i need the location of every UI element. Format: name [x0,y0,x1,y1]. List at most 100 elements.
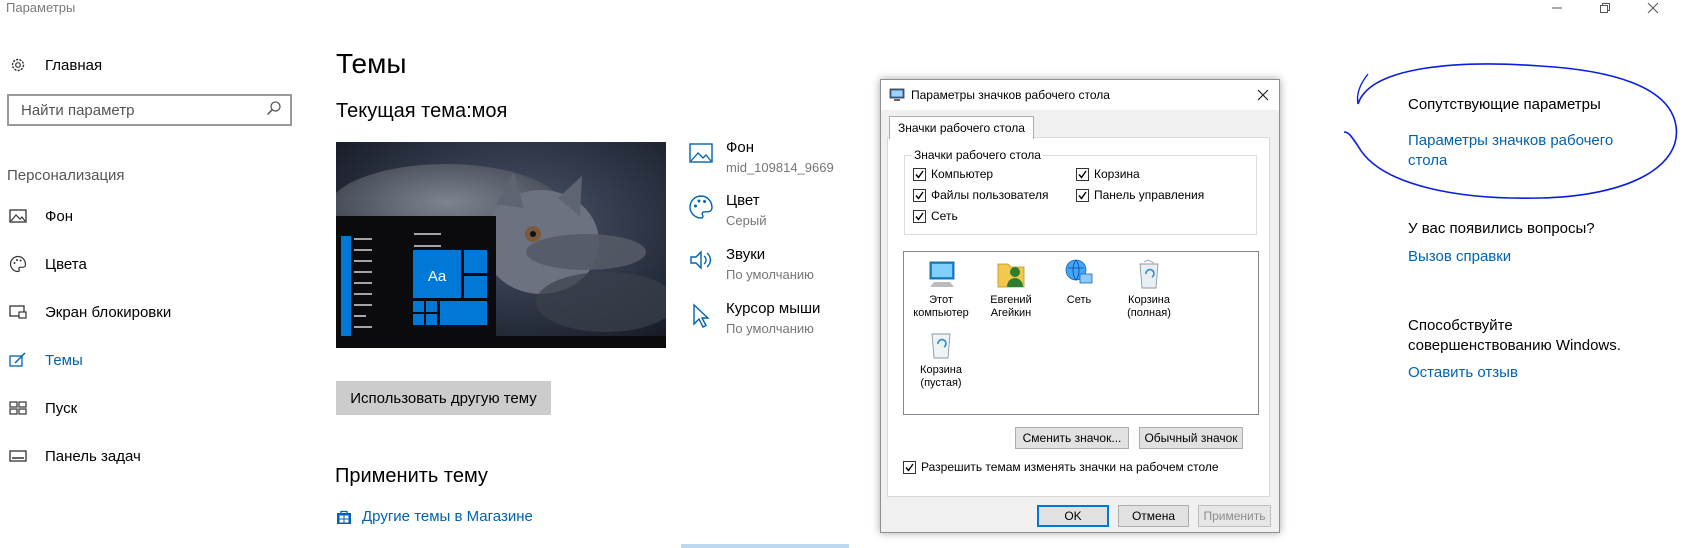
ok-button[interactable]: OK [1037,505,1109,527]
checkbox-network[interactable]: Сеть [913,209,958,223]
checkbox-label: Компьютер [931,167,994,181]
search-icon[interactable] [266,100,282,121]
store-themes-link[interactable]: Другие темы в Магазине [336,508,533,525]
check-icon [1078,170,1087,179]
store-icon [336,509,352,525]
check-icon [915,170,924,179]
sidebar-item-taskbar[interactable]: Панель задач [7,441,141,471]
attr-value: Серый [726,213,767,228]
icon-label: Корзина (полная) [1127,294,1171,319]
checkbox-box[interactable] [1076,188,1089,202]
computer-icon [929,261,955,287]
gear-icon [7,56,29,74]
icon-item-recycle-empty[interactable]: Корзина (пустая) [904,326,978,390]
dialog-title: Параметры значков рабочего стола [911,88,1110,102]
checkbox-computer[interactable]: Компьютер [913,167,993,181]
attr-title: Цвет [726,192,760,209]
checkbox-label: Панель управления [1094,188,1205,202]
questions-heading: У вас появились вопросы? [1408,220,1595,237]
preview-sample-text: Aa [428,268,447,285]
cancel-button[interactable]: Отмена [1118,505,1189,527]
theme-preview: Aa [336,142,666,348]
feedback-link[interactable]: Оставить отзыв [1408,364,1518,381]
attr-title: Фон [726,139,755,156]
sidebar-item-label: Темы [45,351,83,369]
theme-preview-image: Aa [336,142,666,348]
attr-color[interactable]: Цвет Серый [688,192,766,228]
search-box[interactable] [7,94,292,126]
taskbar-icon [7,447,29,465]
user-folder-icon [997,263,1025,288]
checkbox-box[interactable] [913,188,926,202]
recycle-bin-full-icon [1139,259,1159,289]
checkbox-box[interactable] [913,209,926,223]
icon-label: Сеть [1066,294,1092,306]
sidebar-item-background[interactable]: Фон [7,201,73,231]
attr-sounds[interactable]: Звуки По умолчанию [688,246,814,282]
cursor-icon [688,302,714,328]
checkbox-allow-themes[interactable]: Разрешить темам изменять значки на рабоч… [903,460,1219,474]
sidebar-item-start[interactable]: Пуск [7,393,77,423]
sidebar-item-label: Экран блокировки [45,303,172,321]
speaker-icon [688,248,714,274]
checkbox-label: Файлы пользователя [931,188,1049,202]
group-label: Значки рабочего стола [912,148,1043,162]
desktop-icon-settings-dialog: Параметры значков рабочего стола Значки … [880,79,1280,533]
page-title: Темы [336,48,407,79]
lock-screen-icon [7,303,29,321]
palette-icon [7,255,29,273]
improve-text: Способствуйте совершенствованию Windows. [1408,317,1621,354]
attr-value: По умолчанию [726,321,814,336]
help-link[interactable]: Вызов справки [1408,248,1511,265]
icon-item-network[interactable]: Сеть [1042,256,1116,307]
checkbox-control-panel[interactable]: Панель управления [1076,188,1204,202]
attr-cursor[interactable]: Курсор мыши По умолчанию [688,300,820,336]
sidebar-item-colors[interactable]: Цвета [7,249,87,279]
use-other-theme-button[interactable]: Использовать другую тему [336,381,551,415]
attr-value: mid_109814_9669 [726,160,834,175]
restore-button[interactable] [1588,0,1622,16]
home-nav[interactable]: Главная [7,50,102,80]
attr-background[interactable]: Фон mid_109814_9669 [688,139,834,175]
checkbox-user-files[interactable]: Файлы пользователя [913,188,1048,202]
attr-value: По умолчанию [726,267,814,282]
close-icon [1647,2,1659,14]
checkbox-label: Сеть [931,209,958,223]
checkbox-recycle-bin[interactable]: Корзина [1076,167,1140,181]
tab-desktop-icons[interactable]: Значки рабочего стола [889,116,1034,139]
search-input[interactable] [19,100,243,120]
apply-button[interactable]: Применить [1198,505,1271,527]
sidebar-item-themes[interactable]: Темы [7,345,83,375]
change-icon-button[interactable]: Сменить значок... [1015,427,1129,449]
annotation-circle [1343,63,1678,199]
icon-label: Корзина (пустая) [920,364,962,389]
check-icon [905,463,914,472]
dialog-titlebar[interactable]: Параметры значков рабочего стола [881,80,1279,110]
themes-icon [7,351,29,369]
start-icon [7,399,29,417]
checkbox-box[interactable] [1076,167,1089,181]
checkbox-box[interactable] [913,167,926,181]
icon-item-user[interactable]: Евгений Агейкин [974,256,1048,320]
default-icon-button[interactable]: Обычный значок [1139,427,1243,449]
dialog-close-button[interactable] [1253,85,1273,105]
recycle-bin-empty-icon [931,333,951,359]
checkbox-label: Разрешить темам изменять значки на рабоч… [921,460,1219,474]
sidebar-item-label: Пуск [45,399,78,417]
apply-theme-heading: Применить тему [335,465,488,487]
sidebar-item-label: Цвета [45,255,87,273]
close-window-button[interactable] [1636,0,1670,16]
checkbox-box[interactable] [903,460,916,474]
check-icon [915,212,924,221]
icon-item-computer[interactable]: Этот компьютер [904,256,978,320]
tab-panel: Значки рабочего стола Компьютер Корзина … [887,137,1270,497]
scrollbar[interactable] [681,544,849,548]
icon-label: Этот компьютер [913,294,969,319]
sidebar-item-lock-screen[interactable]: Экран блокировки [7,297,171,327]
icon-item-recycle-full[interactable]: Корзина (полная) [1112,256,1186,320]
image-icon [7,207,29,225]
minimize-button[interactable] [1540,0,1574,16]
check-icon [1078,191,1087,200]
icon-list[interactable]: Этот компьютер Евгений Агейкин Сеть Корз… [903,251,1259,415]
dialog-app-icon [889,87,905,103]
